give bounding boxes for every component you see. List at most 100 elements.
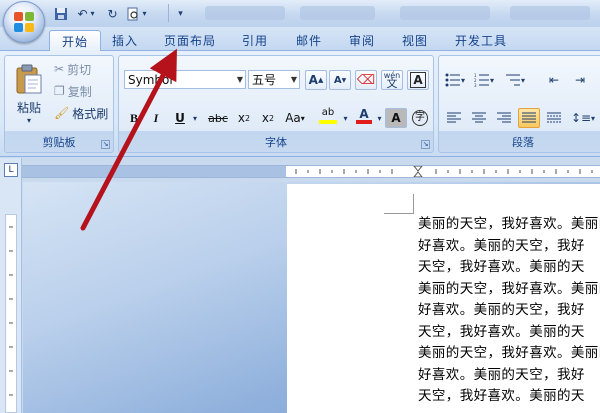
align-right-icon [497,112,511,123]
character-shading-button[interactable]: A [385,108,407,128]
line-spacing-button[interactable]: ↕≡ ▾ [569,108,597,128]
office-button[interactable] [3,1,45,43]
print-preview-icon[interactable] [124,5,141,22]
font-size-value: 五号 [252,73,277,87]
tab-view[interactable]: 视图 [393,30,437,51]
document-line: 美丽的天空，我好喜欢。美丽的天 [418,280,600,297]
highlight-color-bar [319,120,337,124]
justify-button[interactable] [518,108,540,128]
copy-label: 复制 [67,84,92,99]
numbering-icon: 123 [474,73,489,87]
font-size-combo[interactable]: 五号 ▼ [248,70,300,89]
distributed-icon [547,112,561,123]
page-margin-corner-mark [384,194,414,214]
blurred-window-tab [400,6,490,20]
bullets-button[interactable]: ▾ [443,70,467,90]
tab-home[interactable]: 开始 [49,30,101,52]
horizontal-ruler[interactable] [286,165,600,178]
print-preview-dropdown-icon[interactable]: ▾ [140,5,149,22]
multilevel-list-button[interactable]: ▾ [501,70,529,90]
quick-access-separator [168,4,169,22]
cut-label: 剪切 [67,62,92,77]
align-center-icon [472,112,486,123]
title-bar: ↶ ▾ ↻ ▾ ▾ [0,0,600,43]
clipboard-dialog-launcher-icon[interactable]: ↘ [101,140,110,149]
font-group-label: 字体 [265,136,287,149]
paste-button[interactable]: 粘贴 ▾ [9,58,49,130]
clipboard-group: 粘贴 ▾ ✂ 剪切 ❐ 复制 🖌 格式刷 剪贴板 ↘ [4,55,114,153]
redo-icon[interactable]: ↻ [104,5,121,22]
strikethrough-button[interactable]: abc [205,108,231,128]
ribbon-tab-row: 开始 插入 页面布局 引用 邮件 审阅 视图 开发工具 [0,27,600,52]
copy-icon: ❐ [54,84,65,98]
vertical-ruler-page-area [5,214,17,413]
grow-font-button[interactable]: A ▲ [305,70,327,90]
increase-indent-button[interactable]: ⇥ [569,70,591,90]
cut-button[interactable]: ✂ 剪切 [53,59,109,79]
paste-dropdown-icon: ▾ [26,116,31,125]
document-page[interactable]: 美丽的天空，我好喜欢。美丽的天好喜欢。美丽的天空，我好天空，我好喜欢。美丽的天美… [287,184,600,413]
underline-dropdown-icon[interactable]: ▾ [190,108,200,128]
numbering-button[interactable]: 123 ▾ [471,70,497,90]
font-color-button[interactable]: A [353,106,375,126]
document-line: 美丽的天空，我好喜欢。美丽的天 [418,345,600,361]
tab-insert[interactable]: 插入 [103,30,147,51]
paste-label: 粘贴 [16,101,41,115]
paragraph-group: ▾ 123 ▾ ▾ ⇤ ⇥ ↕≡ ▾ 段落 [438,55,600,153]
decrease-indent-icon: ⇤ [548,73,560,87]
tab-review[interactable]: 审阅 [340,30,384,51]
increase-indent-icon: ⇥ [574,73,586,87]
character-border-button[interactable]: A [407,70,429,90]
vertical-ruler[interactable] [0,182,22,413]
change-case-button[interactable]: Aa ▾ [281,108,309,128]
clear-format-button[interactable]: ⌫ [355,70,377,90]
phonetic-guide-button[interactable]: wén 文 [381,70,403,90]
distributed-button[interactable] [543,108,565,128]
eraser-icon: ⌫ [356,72,376,88]
clipboard-group-label: 剪贴板 [42,136,76,149]
ruler-corner: L [0,158,22,182]
copy-button[interactable]: ❐ 复制 [53,81,109,101]
font-name-dropdown-icon: ▼ [236,75,243,84]
document-line: 天空，我好喜欢。美丽的天 [418,323,585,340]
document-line: 好喜欢。美丽的天空，我好 [418,302,585,318]
format-painter-button[interactable]: 🖌 格式刷 [53,103,113,123]
undo-dropdown-icon[interactable]: ▾ [88,5,97,22]
tab-references[interactable]: 引用 [233,30,277,51]
document-line: 天空，我好喜欢。美丽的天 [418,388,585,404]
multilevel-list-icon [505,74,520,86]
superscript-button[interactable]: x2 [257,108,279,128]
font-name-combo[interactable]: Symbol ▼ [124,70,246,89]
tab-mailings[interactable]: 邮件 [287,30,331,51]
office-logo-icon [14,12,34,32]
bold-button[interactable]: B [124,108,144,128]
format-painter-label: 格式刷 [72,106,109,121]
italic-button[interactable]: I [146,108,166,128]
subscript-button[interactable]: x2 [233,108,255,128]
text-highlight-button[interactable]: ab [315,106,341,126]
scissors-icon: ✂ [54,62,65,76]
font-dialog-launcher-icon[interactable]: ↘ [421,140,430,149]
document-line: 美丽的天空，我好喜欢。美丽的天 [418,216,600,232]
decrease-indent-button[interactable]: ⇤ [543,70,565,90]
justify-icon [522,112,536,123]
tab-developer[interactable]: 开发工具 [447,30,515,51]
underline-button[interactable]: U [170,108,190,128]
align-left-button[interactable] [443,108,465,128]
align-right-button[interactable] [493,108,515,128]
save-icon[interactable] [52,5,69,22]
bullets-icon [445,73,460,87]
enclose-characters-button[interactable]: 字 [409,108,431,128]
shrink-font-button[interactable]: A ▼ [329,70,351,90]
line-spacing-icon: ↕≡ [570,111,592,125]
customize-quick-access-icon[interactable]: ▾ [172,5,189,22]
tab-page-layout[interactable]: 页面布局 [157,30,223,51]
font-group: Symbol ▼ 五号 ▼ A ▲ A ▼ ⌫ wén 文 A B I U ▾ … [118,55,434,153]
highlight-dropdown-icon[interactable]: ▾ [341,108,350,128]
blurred-window-tab [510,6,590,20]
font-color-dropdown-icon[interactable]: ▾ [375,108,384,128]
align-center-button[interactable] [468,108,490,128]
paste-icon [16,64,42,94]
tab-stop-selector-icon[interactable]: L [4,163,18,177]
document-line: 好喜欢。美丽的天空，我好 [418,366,585,383]
